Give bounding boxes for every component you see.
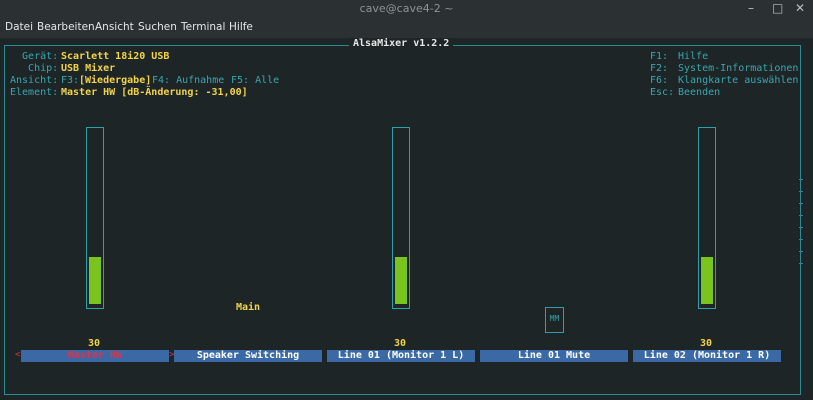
view-f3-key: F3:: [61, 75, 80, 86]
help-esc-key: Esc:: [650, 87, 675, 98]
window-title: cave@cave4-2 ~: [359, 2, 454, 15]
help-f1-text: Hilfe: [678, 51, 709, 62]
line02-value: 30: [699, 338, 713, 349]
chip-label: Chip:: [10, 63, 59, 74]
scrollbar-tick: [799, 179, 803, 180]
line02-volume-fill: [701, 257, 713, 304]
control-speaker-switching[interactable]: Speaker Switching: [174, 350, 322, 362]
control-master-hw[interactable]: Master HW: [21, 350, 169, 362]
device-label: Gerät:: [10, 51, 59, 62]
menu-datei[interactable]: Datei: [5, 21, 33, 33]
alsamixer-title: AlsaMixer v1.2.2: [349, 38, 454, 49]
terminal-area[interactable]: AlsaMixer v1.2.2 Gerät: Scarlett 18i20 U…: [0, 38, 813, 400]
line01-value: 30: [393, 338, 407, 349]
selection-left-arrow: <: [15, 350, 21, 360]
master-hw-value: 30: [87, 338, 101, 349]
scrollbar-tick: [799, 215, 803, 216]
help-esc-text: Beenden: [678, 87, 721, 98]
menu-suchen[interactable]: Suchen: [138, 21, 177, 33]
master-hw-volume-fill: [89, 257, 101, 304]
help-f2-key: F2:: [650, 63, 669, 74]
menu-bearbeiten[interactable]: Bearbeiten: [37, 21, 95, 33]
element-value: Master HW [dB-Änderung: -31,00]: [61, 87, 248, 98]
window-titlebar: cave@cave4-2 ~ – □ ✕: [0, 0, 813, 17]
menu-bar: Datei Bearbeiten Ansicht Suchen Terminal…: [0, 17, 813, 39]
control-line01-monitor1l[interactable]: Line 01 (Monitor 1 L): [327, 350, 475, 362]
master-hw-volume-bar[interactable]: [86, 127, 104, 309]
scrollbar-tick: [799, 239, 803, 240]
view-label: Ansicht:: [10, 75, 59, 86]
line01-volume-fill: [395, 257, 407, 304]
minimize-icon[interactable]: –: [748, 1, 754, 15]
control-line01-mute[interactable]: Line 01 Mute: [480, 350, 628, 362]
menu-terminal[interactable]: Terminal: [181, 21, 225, 33]
scrollbar-tick: [799, 227, 803, 228]
scrollbar-tick: [799, 191, 803, 192]
line01-mute-toggle[interactable]: MM: [545, 307, 564, 333]
device-value: Scarlett 18i20 USB: [61, 51, 170, 62]
element-label: Element:: [10, 87, 59, 98]
main-label: Main: [236, 302, 261, 313]
view-all[interactable]: F5: Alle: [231, 75, 279, 87]
control-line02-monitor1r[interactable]: Line 02 (Monitor 1 R): [633, 350, 781, 362]
scrollbar-tick: [799, 263, 803, 264]
menu-hilfe[interactable]: Hilfe: [229, 21, 253, 33]
view-playback[interactable]: [Wiedergabe]: [79, 75, 151, 87]
scrollbar-tick: [799, 251, 803, 252]
scrollbar-tick: [799, 203, 803, 204]
maximize-icon[interactable]: □: [772, 1, 783, 15]
help-f6-text: Klangkarte auswählen: [678, 75, 799, 86]
view-capture[interactable]: F4: Aufnahme: [152, 75, 224, 87]
close-icon[interactable]: ✕: [795, 1, 805, 15]
line02-volume-bar[interactable]: [698, 127, 716, 309]
menu-ansicht[interactable]: Ansicht: [95, 21, 134, 33]
help-f1-key: F1:: [650, 51, 669, 62]
help-f2-text: System-Informationen: [678, 63, 799, 74]
help-f6-key: F6:: [650, 75, 669, 86]
chip-value: USB Mixer: [61, 63, 116, 74]
line01-volume-bar[interactable]: [392, 127, 410, 309]
